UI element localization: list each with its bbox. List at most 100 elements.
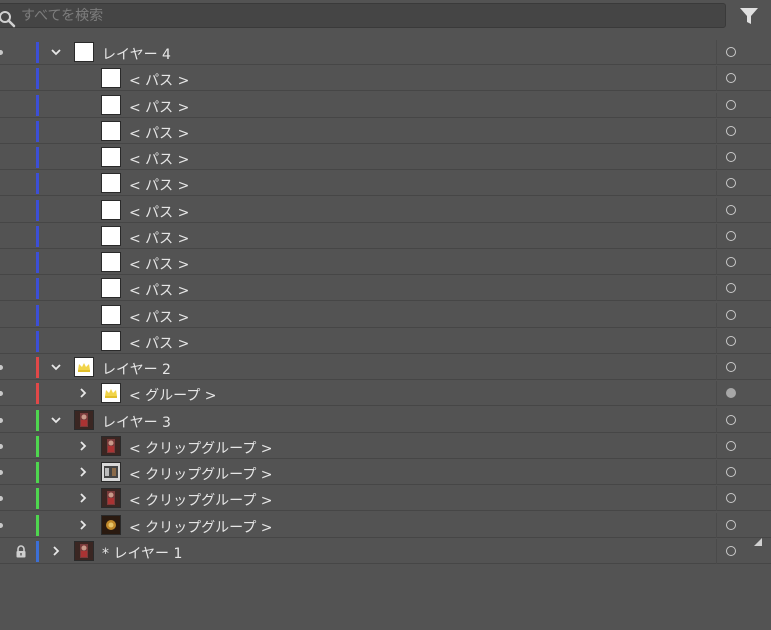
target-circle-icon[interactable]	[726, 257, 736, 267]
sublayer-row[interactable]: < パス >	[0, 171, 771, 197]
visibility-column[interactable]	[0, 66, 33, 91]
visibility-column[interactable]	[0, 329, 33, 354]
layer-row[interactable]: * レイヤー 1	[0, 538, 771, 564]
sublayer-row[interactable]: < パス >	[0, 250, 771, 275]
layer-name[interactable]: < パス >	[129, 149, 189, 169]
target-circle-icon[interactable]	[726, 440, 736, 451]
layer-name[interactable]: レイヤー 3	[102, 412, 171, 432]
layer-name[interactable]: < パス >	[129, 254, 189, 274]
sublayer-row[interactable]: < パス >	[0, 92, 771, 118]
visibility-column[interactable]	[0, 119, 33, 144]
chevron-right-icon[interactable]	[77, 519, 89, 531]
target-circle-icon[interactable]	[726, 362, 736, 372]
sublayer-row[interactable]: < パス >	[0, 197, 771, 223]
layer-name[interactable]: < パス >	[129, 175, 189, 195]
visibility-column[interactable]	[0, 93, 33, 118]
layer-row[interactable]: レイヤー 2	[0, 355, 771, 380]
visibility-column[interactable]	[0, 486, 33, 511]
target-circle-icon[interactable]	[726, 125, 736, 136]
layer-name[interactable]: < クリップグループ >	[129, 438, 273, 458]
layer-name[interactable]: < パス >	[129, 307, 189, 327]
target-circle-icon[interactable]	[726, 283, 736, 294]
visibility-column[interactable]	[0, 408, 33, 433]
layer-name[interactable]: < パス >	[129, 70, 189, 90]
target-circle-icon[interactable]	[726, 178, 736, 189]
chevron-down-icon[interactable]	[50, 46, 62, 58]
target-circle-icon[interactable]	[726, 152, 736, 162]
target-circle-icon[interactable]	[726, 99, 736, 110]
visibility-icon[interactable]	[0, 417, 3, 423]
layer-name[interactable]: < パス >	[129, 97, 189, 117]
lock-icon[interactable]	[15, 545, 27, 558]
layer-name[interactable]: < パス >	[129, 123, 189, 143]
column-divider	[716, 276, 717, 302]
target-circle-icon[interactable]	[726, 230, 736, 241]
chevron-right-icon[interactable]	[77, 440, 89, 452]
visibility-column[interactable]	[0, 303, 33, 328]
chevron-right-icon[interactable]	[77, 387, 89, 399]
sublayer-row[interactable]: < パス >	[0, 66, 771, 92]
sublayer-row[interactable]: < パス >	[0, 118, 771, 144]
sublayer-row[interactable]: < クリップグループ >	[0, 433, 771, 459]
visibility-column[interactable]	[0, 355, 33, 380]
visibility-column[interactable]	[0, 224, 33, 249]
layer-name[interactable]: * レイヤー 1	[102, 543, 182, 563]
target-circle-icon[interactable]	[726, 388, 736, 399]
layer-name[interactable]: < パス >	[129, 202, 189, 222]
filter-icon[interactable]	[738, 6, 760, 26]
target-circle-icon[interactable]	[726, 467, 736, 477]
layer-name[interactable]: < パス >	[129, 333, 189, 353]
chevron-down-icon[interactable]	[50, 414, 62, 426]
sublayer-row[interactable]: < パス >	[0, 328, 771, 354]
visibility-column[interactable]	[0, 40, 33, 65]
visibility-column[interactable]	[0, 434, 33, 459]
search-input[interactable]	[21, 7, 711, 25]
target-circle-icon[interactable]	[726, 414, 736, 425]
target-circle-icon[interactable]	[726, 47, 736, 57]
visibility-column[interactable]	[0, 513, 33, 538]
target-circle-icon[interactable]	[726, 545, 736, 556]
layer-name[interactable]: < クリップグループ >	[129, 464, 273, 484]
layer-name[interactable]: < パス >	[129, 228, 189, 248]
layer-name[interactable]: レイヤー 4	[102, 44, 171, 64]
visibility-column[interactable]	[0, 276, 33, 301]
chevron-right-icon[interactable]	[50, 545, 62, 557]
visibility-column[interactable]	[0, 460, 33, 485]
visibility-column[interactable]	[0, 381, 33, 406]
layer-row[interactable]: レイヤー 3	[0, 407, 771, 433]
resize-corner-icon[interactable]	[754, 538, 762, 546]
target-circle-icon[interactable]	[726, 73, 736, 84]
search-box[interactable]	[0, 3, 726, 28]
layer-name[interactable]: レイヤー 2	[102, 359, 171, 379]
chevron-right-icon[interactable]	[77, 466, 89, 478]
sublayer-row[interactable]: < グループ >	[0, 381, 771, 407]
visibility-column[interactable]	[0, 250, 33, 275]
target-circle-icon[interactable]	[726, 204, 736, 215]
column-divider	[716, 92, 717, 118]
visibility-icon[interactable]	[0, 522, 3, 528]
layer-name[interactable]: < クリップグループ >	[129, 517, 273, 537]
sublayer-row[interactable]: < パス >	[0, 302, 771, 328]
sublayer-row[interactable]: < クリップグループ >	[0, 486, 771, 512]
column-divider	[716, 512, 717, 538]
target-circle-icon[interactable]	[726, 335, 736, 346]
chevron-right-icon[interactable]	[77, 492, 89, 504]
layer-thumbnail	[101, 383, 121, 404]
visibility-column[interactable]	[0, 198, 33, 223]
visibility-column[interactable]	[0, 145, 33, 170]
target-circle-icon[interactable]	[726, 519, 736, 530]
sublayer-row[interactable]: < クリップグループ >	[0, 460, 771, 485]
layer-row[interactable]: レイヤー 4	[0, 40, 771, 65]
sublayer-row[interactable]: < パス >	[0, 145, 771, 170]
target-circle-icon[interactable]	[726, 309, 736, 320]
visibility-column[interactable]	[0, 171, 33, 196]
sublayer-row[interactable]: < パス >	[0, 276, 771, 302]
layer-name[interactable]: < パス >	[129, 280, 189, 300]
search-icon	[0, 11, 16, 28]
layer-name[interactable]: < クリップグループ >	[129, 490, 273, 510]
layer-name[interactable]: < グループ >	[129, 385, 217, 405]
sublayer-row[interactable]: < パス >	[0, 223, 771, 249]
sublayer-row[interactable]: < クリップグループ >	[0, 512, 771, 538]
chevron-down-icon[interactable]	[50, 361, 62, 373]
target-circle-icon[interactable]	[726, 493, 736, 504]
